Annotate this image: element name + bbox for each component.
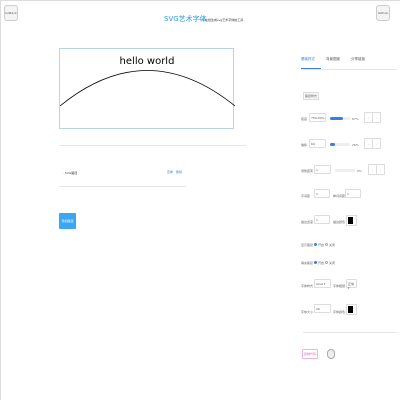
distance-percent: 0%	[357, 169, 362, 173]
arc-label: 弧度	[301, 117, 308, 121]
letter-spacing-label: 字间距	[301, 194, 311, 198]
text-path	[59, 70, 236, 107]
tab-basic[interactable]: 基础样式	[301, 57, 315, 62]
goback-button[interactable]: GoBack	[4, 5, 18, 21]
offset-slider[interactable]	[330, 143, 350, 146]
arc-slider[interactable]	[330, 117, 350, 120]
distance-slider[interactable]	[335, 169, 355, 172]
font-weight-label: 字体粗细	[333, 284, 346, 288]
word-spacing-label: 单词间距	[333, 194, 346, 198]
show-path-off-radio[interactable]	[325, 243, 329, 246]
view-path-link[interactable]: 查看	[167, 170, 173, 174]
arc-stepper[interactable]: ‹ ›	[364, 112, 381, 123]
github-button[interactable]: Github	[376, 5, 390, 21]
offset-input[interactable]: 64	[309, 139, 326, 148]
path-list-item: · SVG路径	[63, 171, 78, 175]
fill-path-off-radio[interactable]	[325, 261, 329, 264]
fill-path-row: 填充路径 开启 关闭	[301, 261, 336, 265]
tabs: 基础样式 背景图案 分享链接	[301, 57, 365, 62]
distance-input[interactable]: 1	[314, 165, 331, 174]
stroke-color-picker[interactable]	[346, 215, 357, 226]
offset-slider-fill	[330, 143, 336, 146]
copy-code-button[interactable]: 复制代码	[302, 349, 319, 359]
stroke-width-input[interactable]: 1	[314, 215, 330, 224]
arc-percent: 67%	[352, 117, 359, 121]
font-color-picker[interactable]	[346, 304, 357, 315]
font-family-label: 字体样式	[301, 284, 314, 288]
stroke-width-label: 描边宽度	[301, 220, 314, 224]
offset-percent: 26%	[352, 143, 359, 147]
divider	[303, 332, 397, 333]
distance-label: 调整距离	[301, 169, 314, 173]
show-path-row: 显示路径 开启 关闭	[301, 243, 336, 247]
tab-share[interactable]: 分享链接	[351, 57, 365, 62]
tab-divider	[301, 69, 397, 70]
font-color-label: 字体颜色	[333, 310, 346, 314]
word-spacing-input[interactable]: 1	[345, 189, 361, 198]
show-path-on-radio[interactable]	[314, 243, 318, 246]
add-path-button[interactable]: 添加路径	[59, 213, 76, 229]
arc-slider-fill	[330, 117, 344, 120]
svg-preview: hello world	[59, 48, 236, 129]
path-text: hello world	[120, 56, 175, 67]
stroke-color-label: 描边颜色	[333, 220, 346, 224]
toggle-switch[interactable]	[327, 349, 335, 359]
tab-indicator	[301, 68, 321, 69]
tab-background[interactable]: 背景图案	[326, 57, 340, 62]
section-label: 路径样式	[303, 92, 320, 100]
app-subtitle: 一个在线生成svg艺术字体的工具	[199, 18, 244, 22]
offset-stepper[interactable]: ‹ ›	[364, 138, 381, 149]
letter-spacing-input[interactable]: 1	[314, 189, 330, 198]
offset-label: 偏移	[301, 143, 308, 147]
fill-path-on-radio[interactable]	[314, 261, 318, 264]
distance-stepper[interactable]: ‹ ›	[368, 164, 385, 175]
divider	[59, 186, 186, 187]
arc-input[interactable]: 750.00%	[309, 113, 326, 122]
font-family-select[interactable]: Arial ▾	[314, 279, 331, 288]
font-weight-select[interactable]: 正常▾	[346, 279, 357, 290]
divider	[59, 145, 246, 146]
font-size-label: 字体大小	[301, 310, 314, 314]
font-size-input[interactable]: 20	[314, 304, 331, 313]
delete-path-link[interactable]: 删除	[176, 170, 182, 174]
